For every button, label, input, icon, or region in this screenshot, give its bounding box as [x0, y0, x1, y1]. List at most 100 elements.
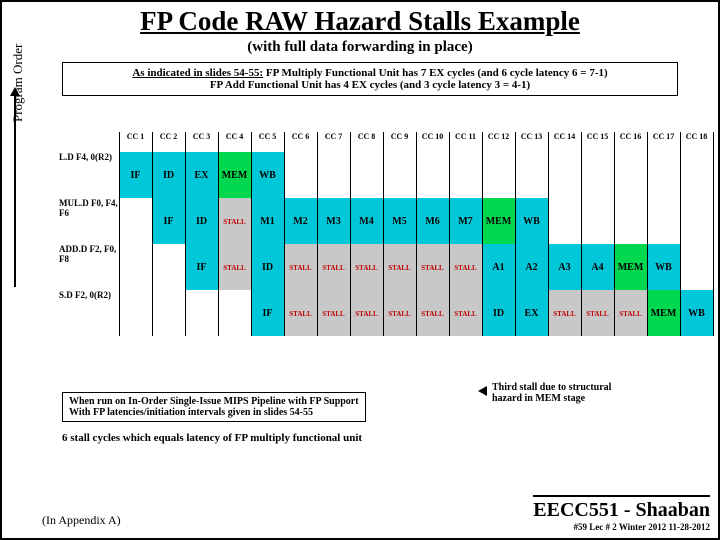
page-title: FP Code RAW Hazard Stalls Example: [2, 6, 718, 37]
bottom-note-1a: When run on In-Order Single-Issue MIPS P…: [69, 396, 359, 407]
stage-label: WB: [655, 262, 672, 273]
cycle-header: CC 2: [152, 132, 185, 152]
pipeline-cell: M3: [317, 198, 350, 244]
pipeline-cell: M7: [449, 198, 482, 244]
pipeline-cell: [152, 244, 185, 290]
footer-meta: #59 Lec # 2 Winter 2012 11-28-2012: [533, 522, 710, 532]
pipeline-cell: [680, 152, 713, 198]
stage-label: A2: [525, 262, 537, 273]
pipeline-cell: [152, 290, 185, 336]
pipeline-cell: [614, 152, 647, 198]
pipeline-cell: MEM: [614, 244, 647, 290]
pipeline-cell: STALL: [449, 290, 482, 336]
instruction-label: ADD.D F2, F0, F8: [57, 244, 119, 290]
stage-label: M2: [293, 216, 307, 227]
pipeline-cell: STALL: [284, 244, 317, 290]
pipeline-cell: [548, 152, 581, 198]
pipeline-cell: [614, 198, 647, 244]
pipeline-cell: [482, 152, 515, 198]
pipeline-cell: STALL: [449, 244, 482, 290]
cycle-header: CC 12: [482, 132, 515, 152]
stall-label: STALL: [553, 310, 575, 318]
note-lead: As indicated in slides 54-55:: [132, 67, 263, 79]
pipeline-cell: MEM: [647, 290, 680, 336]
stage-label: M6: [425, 216, 439, 227]
stall-label: STALL: [421, 310, 443, 318]
stage-label: M3: [326, 216, 340, 227]
stage-label: M5: [392, 216, 406, 227]
pipeline-table-wrap: CC 1CC 2CC 3CC 4CC 5CC 6CC 7CC 8CC 9CC 1…: [57, 132, 712, 336]
instruction-label: MUL.D F0, F4, F6: [57, 198, 119, 244]
pipeline-cell: STALL: [416, 290, 449, 336]
cycle-header: CC 9: [383, 132, 416, 152]
stall-label: STALL: [355, 310, 377, 318]
pipeline-cell: [449, 152, 482, 198]
pipeline-cell: STALL: [284, 290, 317, 336]
pipeline-cell: [647, 198, 680, 244]
latency-note: As indicated in slides 54-55: FP Multipl…: [62, 62, 678, 96]
pipeline-cell: STALL: [383, 244, 416, 290]
note-line2: FP Add Functional Unit has 4 EX cycles (…: [210, 79, 530, 91]
cycle-header: CC 10: [416, 132, 449, 152]
pipeline-cell: [416, 152, 449, 198]
pipeline-cell: WB: [647, 244, 680, 290]
pipeline-cell: STALL: [383, 290, 416, 336]
pipeline-cell: A3: [548, 244, 581, 290]
instruction-label: L.D F4, 0(R2): [57, 152, 119, 198]
pipeline-cell: IF: [251, 290, 284, 336]
cycle-header: CC 7: [317, 132, 350, 152]
stage-label: WB: [523, 216, 540, 227]
stage-label: MEM: [651, 308, 677, 319]
pipeline-cell: [515, 152, 548, 198]
instruction-row: ADD.D F2, F0, F8IFSTALLIDSTALLSTALLSTALL…: [57, 244, 713, 290]
stage-label: A4: [591, 262, 603, 273]
axis-line: [14, 96, 16, 287]
cycle-header: CC 16: [614, 132, 647, 152]
pipeline-cell: M5: [383, 198, 416, 244]
pipeline-cell: WB: [251, 152, 284, 198]
stage-label: M1: [260, 216, 274, 227]
stage-label: WB: [259, 170, 276, 181]
right-note-text: Third stall due to structural hazard in …: [492, 382, 611, 404]
bottom-note-1b: With FP latencies/initiation intervals g…: [69, 407, 313, 418]
pipeline-cell: M2: [284, 198, 317, 244]
pipeline-cell: MEM: [482, 198, 515, 244]
yaxis-label: Program Order: [10, 44, 26, 122]
pipeline-cell: STALL: [218, 244, 251, 290]
pipeline-cell: [680, 198, 713, 244]
pipeline-cell: STALL: [350, 244, 383, 290]
stall-label: STALL: [322, 264, 344, 272]
cycle-header: CC 8: [350, 132, 383, 152]
stage-label: ID: [196, 216, 207, 227]
cycle-header: CC 18: [680, 132, 713, 152]
stage-label: EX: [195, 170, 209, 181]
pipeline-cell: STALL: [416, 244, 449, 290]
instruction-label: S.D F2, 0(R2): [57, 290, 119, 336]
pipeline-cell: [350, 152, 383, 198]
instruction-row: S.D F2, 0(R2) IF STALL STALL STALL STALL STALL…: [57, 290, 713, 336]
instruction-row: L.D F4, 0(R2)IFIDEXMEMWB: [57, 152, 713, 198]
cycle-header: CC 1: [119, 132, 152, 152]
stage-label: IF: [197, 262, 207, 273]
stage-label: ID: [163, 170, 174, 181]
pipeline-cell: ID: [185, 198, 218, 244]
pipeline-cell: M4: [350, 198, 383, 244]
cycle-header: CC 4: [218, 132, 251, 152]
right-note: Third stall due to structural hazard in …: [492, 382, 642, 404]
pipeline-cell: EX: [515, 290, 548, 336]
pipeline-cell: [284, 152, 317, 198]
pipeline-cell: A1: [482, 244, 515, 290]
pipeline-cell: [647, 152, 680, 198]
footer: EECC551 - Shaaban #59 Lec # 2 Winter 201…: [533, 495, 710, 532]
pipeline-cell: [581, 198, 614, 244]
pipeline-cell: STALL: [350, 290, 383, 336]
pipeline-cell: STALL: [218, 198, 251, 244]
cycle-header: CC 11: [449, 132, 482, 152]
stage-label: IF: [263, 308, 273, 319]
pipeline-cell: A2: [515, 244, 548, 290]
pipeline-cell: A4: [581, 244, 614, 290]
appendix-ref: (In Appendix A): [42, 513, 121, 528]
stage-label: IF: [131, 170, 141, 181]
stage-label: ID: [262, 262, 273, 273]
stall-label: STALL: [454, 310, 476, 318]
